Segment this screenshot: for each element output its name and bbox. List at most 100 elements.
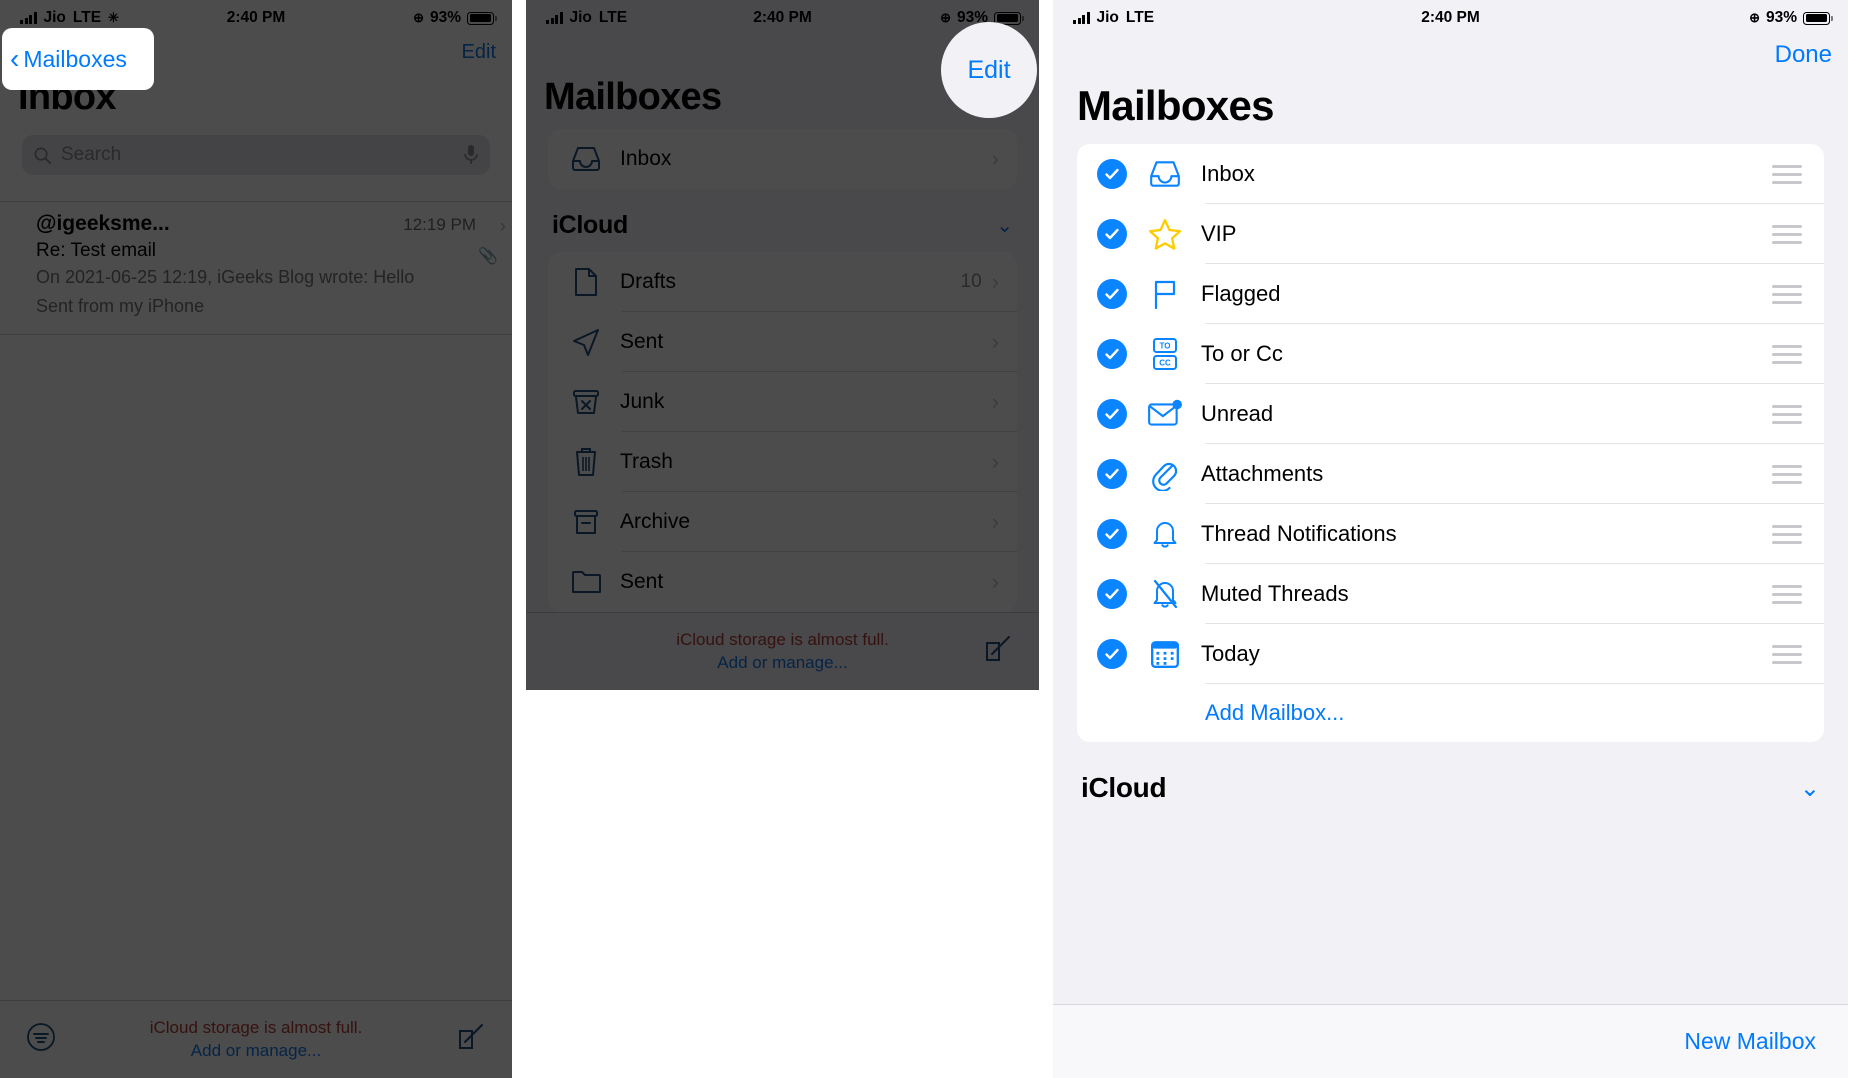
checkbox-checked-icon[interactable] bbox=[1097, 579, 1127, 609]
chevron-down-icon[interactable]: ⌄ bbox=[996, 213, 1013, 238]
mailbox-label: Today bbox=[1201, 641, 1260, 666]
checkbox-checked-icon[interactable] bbox=[1097, 279, 1127, 309]
signal-bars-icon bbox=[20, 12, 37, 24]
reorder-grip-icon[interactable] bbox=[1772, 524, 1824, 544]
back-button-highlight-label: Mailboxes bbox=[23, 45, 127, 72]
bottom-toolbar: New Mailbox bbox=[1053, 1004, 1848, 1078]
edit-button[interactable]: Edit bbox=[462, 41, 496, 64]
edit-row-muted-threads[interactable]: Muted Threads bbox=[1077, 564, 1824, 624]
checkbox-checked-icon[interactable] bbox=[1097, 639, 1127, 669]
edit-row-attachments[interactable]: Attachments bbox=[1077, 444, 1824, 504]
edit-row-to-or-cc[interactable]: TO CC To or Cc bbox=[1077, 324, 1824, 384]
edit-row-vip[interactable]: VIP bbox=[1077, 204, 1824, 264]
chevron-right-icon: › bbox=[991, 389, 999, 414]
reorder-grip-icon[interactable] bbox=[1772, 224, 1824, 244]
reorder-grip-icon[interactable] bbox=[1772, 284, 1824, 304]
status-message[interactable]: iCloud storage is almost full. Add or ma… bbox=[526, 629, 1039, 675]
to-or-cc-icon: TO CC bbox=[1143, 337, 1187, 371]
message-preview-line-1: On 2021-06-25 12:19, iGeeks Blog wrote: … bbox=[36, 267, 415, 287]
edit-button-highlight-label: Edit bbox=[967, 55, 1011, 84]
mailbox-row-junk[interactable]: Junk › bbox=[548, 372, 1017, 432]
mailbox-row-sent-folder[interactable]: Sent › bbox=[548, 552, 1017, 612]
battery-percent-label: 93% bbox=[1765, 9, 1797, 26]
message-preview-line-2: Sent from my iPhone bbox=[36, 296, 205, 316]
edit-row-unread[interactable]: Unread bbox=[1077, 384, 1824, 444]
page-title: Mailboxes bbox=[1077, 82, 1274, 129]
compose-icon[interactable] bbox=[456, 1022, 486, 1057]
mailbox-label: Unread bbox=[1201, 401, 1274, 426]
reorder-grip-icon[interactable] bbox=[1772, 464, 1824, 484]
inbox-tray-icon bbox=[1143, 159, 1187, 189]
reorder-grip-icon[interactable] bbox=[1772, 404, 1824, 424]
back-button-highlight[interactable]: ‹ Mailboxes bbox=[2, 28, 154, 90]
search-input[interactable]: Search bbox=[22, 135, 490, 175]
reorder-grip-icon[interactable] bbox=[1772, 164, 1824, 184]
group-title: iCloud bbox=[1081, 772, 1167, 803]
reorder-grip-icon[interactable] bbox=[1772, 644, 1824, 664]
mailbox-label: Sent bbox=[620, 330, 664, 353]
storage-warning-text: iCloud storage is almost full. bbox=[676, 629, 889, 649]
status-message[interactable]: iCloud storage is almost full. Add or ma… bbox=[0, 1017, 512, 1063]
storage-manage-link[interactable]: Add or manage... bbox=[526, 652, 1039, 675]
done-button[interactable]: Done bbox=[1775, 41, 1832, 69]
panel-mailboxes-edit: Jio LTE 2:40 PM ⊕ 93% Done Mailboxes Inb… bbox=[1053, 0, 1848, 1078]
checkbox-checked-icon[interactable] bbox=[1097, 339, 1127, 369]
message-time: 12:19 PM bbox=[403, 215, 476, 234]
checkbox-checked-icon[interactable] bbox=[1097, 459, 1127, 489]
mailbox-row-archive[interactable]: Archive › bbox=[548, 492, 1017, 552]
checkbox-checked-icon[interactable] bbox=[1097, 159, 1127, 189]
unread-envelope-icon bbox=[1143, 399, 1187, 429]
edit-row-inbox[interactable]: Inbox bbox=[1077, 144, 1824, 204]
mailbox-label: Drafts bbox=[620, 270, 677, 293]
mailbox-row-drafts[interactable]: Drafts 10 › bbox=[548, 252, 1017, 312]
status-bar: Jio LTE ✳ 2:40 PM ⊕ 93% bbox=[0, 0, 512, 30]
reorder-grip-icon[interactable] bbox=[1772, 344, 1824, 364]
rotation-lock-icon: ⊕ bbox=[1749, 10, 1760, 25]
mailbox-label: Flagged bbox=[1201, 281, 1281, 306]
status-bar: Jio LTE 2:40 PM ⊕ 93% bbox=[1053, 0, 1848, 30]
inbox-tray-icon bbox=[566, 145, 606, 173]
mailbox-label: Archive bbox=[620, 510, 691, 533]
svg-text:TO: TO bbox=[1160, 342, 1171, 351]
reorder-grip-icon[interactable] bbox=[1772, 584, 1824, 604]
mailbox-label: Sent bbox=[620, 570, 664, 593]
edit-row-today[interactable]: Today bbox=[1077, 624, 1824, 684]
microphone-icon[interactable] bbox=[463, 144, 479, 166]
mailbox-label: Trash bbox=[620, 450, 673, 473]
mailbox-label: Attachments bbox=[1201, 461, 1324, 486]
chevron-down-icon[interactable]: ⌄ bbox=[1800, 774, 1820, 803]
network-type-label: LTE bbox=[1125, 9, 1155, 26]
mailbox-label: Inbox bbox=[1201, 161, 1255, 186]
carrier-label: Jio bbox=[1096, 9, 1119, 26]
edit-row-thread-notifications[interactable]: Thread Notifications bbox=[1077, 504, 1824, 564]
chevron-right-icon: › bbox=[991, 449, 999, 474]
primary-mailboxes-card: Inbox › bbox=[548, 129, 1017, 189]
panel-divider-2 bbox=[1039, 0, 1053, 1078]
message-sender: @igeeksme... bbox=[36, 212, 170, 235]
checkbox-checked-icon[interactable] bbox=[1097, 399, 1127, 429]
edit-row-flagged[interactable]: Flagged bbox=[1077, 264, 1824, 324]
storage-manage-link[interactable]: Add or manage... bbox=[0, 1040, 512, 1063]
chevron-right-icon: › bbox=[991, 146, 999, 171]
signal-bars-icon bbox=[1073, 12, 1090, 24]
mailbox-row-sent[interactable]: Sent › bbox=[548, 312, 1017, 372]
add-mailbox-button[interactable]: Add Mailbox... bbox=[1077, 684, 1824, 742]
new-mailbox-button[interactable]: New Mailbox bbox=[1684, 1028, 1816, 1055]
carrier-label: Jio bbox=[43, 9, 66, 26]
paperclip-icon bbox=[1143, 457, 1187, 491]
edit-button-highlight[interactable]: Edit bbox=[941, 22, 1037, 118]
battery-percent-label: 93% bbox=[429, 9, 461, 26]
group-header-icloud[interactable]: iCloud ⌄ bbox=[526, 189, 1039, 252]
filter-icon[interactable] bbox=[26, 1022, 56, 1057]
search-placeholder: Search bbox=[61, 144, 122, 165]
group-header-icloud[interactable]: iCloud ⌄ bbox=[1053, 742, 1848, 818]
mailbox-row-inbox[interactable]: Inbox › bbox=[548, 129, 1017, 189]
storage-warning-text: iCloud storage is almost full. bbox=[149, 1017, 363, 1037]
checkbox-checked-icon[interactable] bbox=[1097, 219, 1127, 249]
compose-icon[interactable] bbox=[983, 634, 1013, 669]
chevron-right-icon: › bbox=[991, 329, 999, 354]
checkbox-checked-icon[interactable] bbox=[1097, 519, 1127, 549]
bottom-toolbar: iCloud storage is almost full. Add or ma… bbox=[0, 1000, 512, 1078]
mailbox-row-trash[interactable]: Trash › bbox=[548, 432, 1017, 492]
table-row[interactable]: @igeeksme... 12:19 PM › Re: Test email O… bbox=[0, 202, 512, 335]
